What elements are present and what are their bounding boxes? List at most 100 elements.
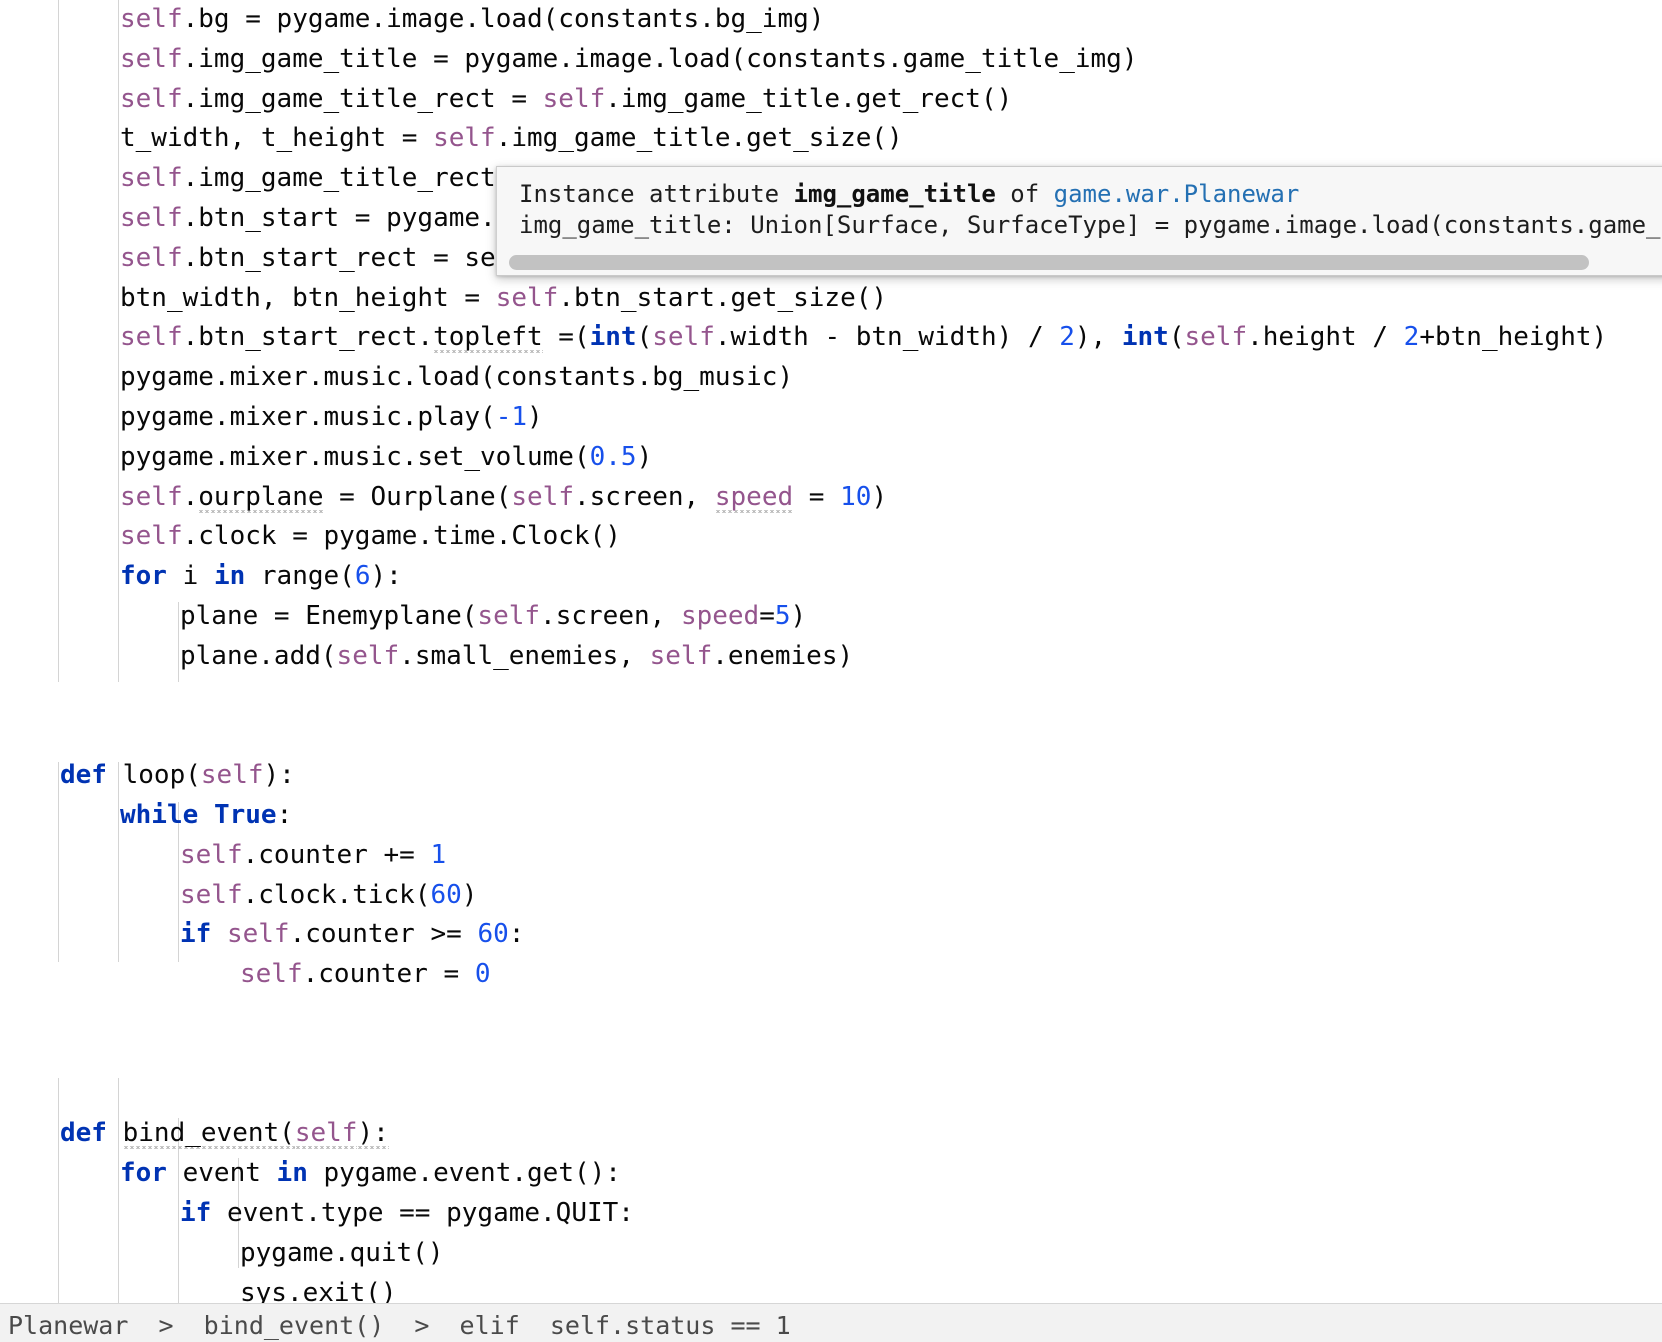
code-token: : — [508, 919, 525, 950]
code-token: .btn_start_rect. — [182, 322, 434, 353]
code-token: plane = Enemyplane( — [180, 600, 478, 631]
code-token: event — [166, 1158, 277, 1189]
code-token: int — [589, 322, 637, 353]
code-token: self — [1184, 322, 1248, 353]
code-line[interactable]: self.btn_start_rect.topleft =(int(self.w… — [0, 318, 1662, 358]
code-token: def — [60, 1118, 107, 1149]
code-token: self — [120, 242, 183, 273]
doc-title-line: Instance attribute img_game_title of gam… — [519, 179, 1662, 210]
code-line[interactable]: self.img_game_title = pygame.image.load(… — [0, 40, 1662, 80]
code-line[interactable]: t_width, t_height = self.img_game_title.… — [0, 119, 1662, 159]
code-token: 0.5 — [589, 441, 637, 472]
code-token: bind_event — [122, 1118, 280, 1149]
code-token: ourplane — [198, 481, 324, 512]
code-line[interactable]: pygame.quit() — [0, 1234, 1662, 1274]
code-token: 1 — [430, 839, 447, 870]
code-token: pygame.mixer.music.play( — [120, 401, 496, 432]
code-line[interactable]: self.bg = pygame.image.load(constants.bg… — [0, 0, 1662, 40]
code-token: 60 — [430, 879, 462, 910]
code-line[interactable]: plane = Enemyplane(self.screen, speed=5) — [0, 597, 1662, 637]
code-line[interactable]: if event.type == pygame.QUIT: — [0, 1194, 1662, 1234]
code-token: .height / — [1247, 322, 1404, 353]
code-token: .img_game_title = pygame.image.load(cons… — [182, 43, 1138, 74]
code-token: self — [120, 521, 183, 552]
code-token: = — [759, 600, 775, 631]
code-token: self — [180, 839, 243, 870]
code-line[interactable]: for event in pygame.event.get(): — [0, 1154, 1662, 1194]
code-token: 10 — [840, 481, 872, 512]
code-token: ) — [636, 441, 653, 472]
code-token: self — [652, 322, 715, 353]
code-token: True — [213, 799, 277, 830]
code-token: ( — [1168, 322, 1185, 353]
code-token: ): — [370, 561, 402, 592]
code-token: pygame.quit() — [240, 1237, 444, 1268]
doc-signature: img_game_title: Union[Surface, SurfaceTy… — [519, 211, 1662, 239]
code-token: self — [120, 4, 183, 34]
code-token: 2 — [1059, 322, 1075, 353]
doc-title-prefix: Instance attribute — [519, 180, 794, 208]
code-token: .img_game_title.get_size() — [495, 123, 903, 154]
code-line[interactable]: pygame.mixer.music.play(-1) — [0, 398, 1662, 438]
doc-owner-link[interactable]: game.war.Planewar — [1054, 180, 1300, 208]
code-line[interactable]: self.clock = pygame.time.Clock() — [0, 517, 1662, 557]
code-line[interactable]: plane.add(self.small_enemies, self.enemi… — [0, 637, 1662, 677]
code-token: self — [336, 640, 400, 671]
code-token: .counter += — [242, 839, 431, 870]
code-token: +btn_height) — [1419, 322, 1608, 353]
code-line[interactable]: pygame.mixer.music.load(constants.bg_mus… — [0, 358, 1662, 398]
code-line[interactable]: def bind_event(self): — [0, 1114, 1662, 1154]
code-token: self — [120, 163, 183, 194]
doc-scrollbar-thumb[interactable] — [509, 255, 1589, 270]
code-token: btn_width, btn_height = — [120, 282, 496, 313]
breadcrumb-bar[interactable]: Planewar > bind_event() > elif self.stat… — [0, 1303, 1662, 1342]
code-line[interactable]: pygame.mixer.music.set_volume(0.5) — [0, 438, 1662, 478]
code-token: in — [276, 1158, 308, 1189]
code-token: self — [542, 83, 606, 114]
code-line[interactable]: while True: — [0, 796, 1662, 836]
code-line[interactable]: for i in range(6): — [0, 557, 1662, 597]
breadcrumb[interactable]: Planewar > bind_event() > elif self.stat… — [8, 1306, 791, 1342]
code-token: self — [120, 43, 183, 74]
code-line[interactable]: btn_width, btn_height = self.btn_start.g… — [0, 279, 1662, 319]
code-token: .screen, — [573, 481, 715, 512]
code-line[interactable]: self.ourplane = Ourplane(self.screen, sp… — [0, 478, 1662, 518]
code-line[interactable]: self.counter = 0 — [0, 955, 1662, 995]
code-editor[interactable]: self.bg = pygame.image.load(constants.bg… — [0, 0, 1662, 1342]
documentation-tooltip[interactable]: Instance attribute img_game_title of gam… — [496, 166, 1662, 276]
code-token: pygame.mixer.music.set_volume( — [120, 441, 590, 472]
code-token: self — [120, 322, 183, 353]
code-token: ): — [357, 1118, 389, 1149]
code-token: .counter = — [302, 959, 475, 990]
documentation-body: Instance attribute img_game_title of gam… — [497, 167, 1662, 247]
code-line[interactable]: self.counter += 1 — [0, 836, 1662, 876]
code-token: ) — [790, 600, 807, 631]
code-line[interactable]: if self.counter >= 60: — [0, 915, 1662, 955]
code-token: .btn_start = pygame.i — [182, 202, 512, 233]
code-line[interactable] — [0, 1075, 1662, 1115]
code-token: self — [226, 919, 290, 950]
code-token: in — [213, 561, 246, 592]
code-line[interactable]: def loop(self): — [0, 756, 1662, 796]
code-token: .img_game_title_rect. — [182, 163, 512, 194]
code-token: .btn_start.get_size() — [558, 282, 888, 313]
code-line[interactable] — [0, 716, 1662, 756]
doc-horizontal-scrollbar[interactable] — [497, 251, 1662, 275]
doc-signature-line: img_game_title: Union[Surface, SurfaceTy… — [519, 210, 1662, 241]
code-token: self — [240, 959, 303, 990]
code-token: self — [120, 83, 183, 114]
code-token: self — [433, 123, 496, 154]
code-token: 6 — [354, 561, 371, 592]
code-token: -1 — [495, 401, 527, 432]
code-token: self — [511, 481, 574, 512]
code-token: =( — [542, 322, 590, 353]
code-line[interactable] — [0, 677, 1662, 717]
code-token: self — [200, 760, 264, 791]
code-line[interactable]: self.clock.tick(60) — [0, 876, 1662, 916]
code-line[interactable]: self.img_game_title_rect = self.img_game… — [0, 80, 1662, 120]
code-token: ( — [279, 1118, 295, 1149]
code-line[interactable] — [0, 1035, 1662, 1075]
code-line[interactable] — [0, 995, 1662, 1035]
